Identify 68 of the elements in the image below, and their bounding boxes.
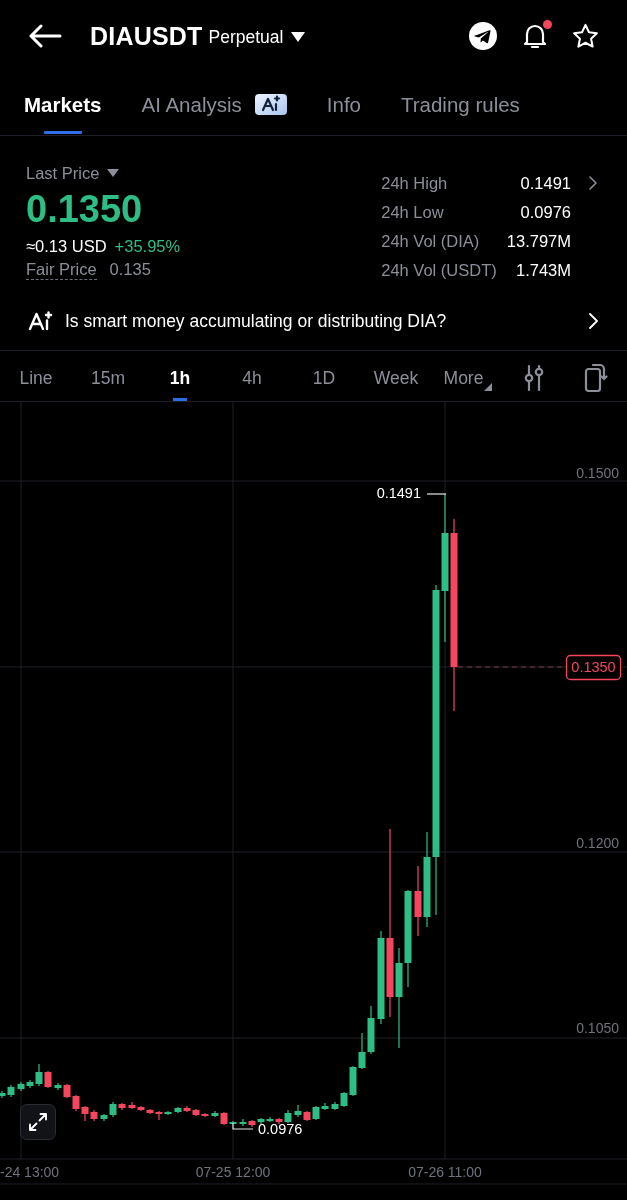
star-icon[interactable]	[572, 23, 599, 49]
fair-price-value: 0.135	[109, 259, 151, 280]
y-axis-label: 0.1050	[576, 1020, 619, 1036]
expand-button[interactable]	[20, 1104, 56, 1140]
caret-icon	[484, 382, 493, 391]
ai-question-button[interactable]: Is smart money accumulating or distributing DIA?	[0, 292, 627, 351]
stat-label: 24h Vol (USDT)	[381, 260, 497, 281]
bearish-candle	[275, 1118, 283, 1124]
last-price-tag: 0.1350	[565, 654, 622, 681]
bearish-candle	[303, 1111, 311, 1121]
tab[interactable]: Trading rules	[401, 72, 520, 135]
bullish-candle	[239, 1119, 247, 1126]
phone-rotate-icon[interactable]	[583, 362, 608, 393]
stat-value: 1.743M	[514, 260, 571, 281]
bullish-candle	[294, 1105, 302, 1117]
price-change-percent: +35.95%	[114, 236, 181, 257]
tab[interactable]: Markets	[24, 72, 102, 135]
price-type-dropdown[interactable]: Last Price	[26, 162, 181, 184]
bullish-candle	[174, 1107, 182, 1113]
x-axis-label: 07-25 12:00	[195, 1164, 271, 1180]
bearish-candle	[118, 1103, 126, 1110]
interval-tab[interactable]: 15m	[72, 351, 144, 401]
x-axis-label: 07-26 11:00	[408, 1164, 482, 1180]
low-price-label: 0.0976	[258, 1121, 303, 1137]
interval-tab[interactable]: Week	[360, 351, 432, 401]
chevron-right-icon[interactable]	[589, 176, 597, 190]
bearish-candle	[220, 1112, 228, 1125]
contract-type-dropdown[interactable]: Perpetual	[208, 26, 306, 48]
bullish-candle	[229, 1121, 237, 1124]
bullish-candle	[164, 1111, 172, 1115]
bearish-candle	[414, 866, 422, 936]
bearish-candle	[44, 1071, 52, 1088]
last-price-value: 0.1350	[26, 189, 144, 229]
bearish-candle	[248, 1120, 256, 1127]
stat-value: 0.1491	[519, 173, 571, 194]
ai-sparkle-icon	[28, 311, 53, 331]
high-price-label: 0.1491	[376, 485, 421, 501]
bell-icon[interactable]	[522, 22, 548, 50]
x-axis-label: -24 13:00	[0, 1164, 60, 1180]
caret-down-icon	[291, 32, 306, 42]
interval-tab[interactable]: 4h	[216, 351, 288, 401]
bullish-candle	[284, 1110, 292, 1123]
back-arrow-icon[interactable]	[28, 24, 62, 48]
stat-value: 0.0976	[519, 202, 571, 223]
y-axis-label: 0.1500	[576, 465, 619, 481]
bullish-candle	[211, 1111, 219, 1117]
stat-label: 24h Vol (DIA)	[381, 231, 481, 252]
stat-value: 13.797M	[506, 231, 571, 252]
stat-label: 24h Low	[381, 202, 445, 223]
expand-arrows-icon	[28, 1112, 48, 1132]
caret-down-icon	[107, 169, 120, 177]
stat-label: 24h High	[381, 173, 449, 194]
fair-price-label[interactable]: Fair Price	[26, 259, 97, 280]
interval-tab[interactable]: 1h	[144, 351, 216, 401]
tab[interactable]: AI Analysis	[141, 72, 287, 135]
leader-line	[232, 1122, 254, 1130]
bullish-candle	[54, 1083, 62, 1090]
interval-tab[interactable]: Line	[0, 351, 72, 401]
symbol-title: DIAUSDT	[90, 21, 203, 51]
more-intervals-dropdown[interactable]: More	[432, 351, 504, 401]
usd-equivalent: ≈0.13 USD	[26, 236, 107, 257]
y-axis-label: 0.1200	[576, 835, 619, 851]
chevron-right-icon	[589, 313, 598, 329]
sliders-icon[interactable]	[524, 363, 544, 392]
tab[interactable]: Info	[326, 72, 361, 135]
interval-tab[interactable]: 1D	[288, 351, 360, 401]
paper-plane-icon[interactable]	[469, 22, 497, 50]
leader-line	[426, 493, 447, 495]
